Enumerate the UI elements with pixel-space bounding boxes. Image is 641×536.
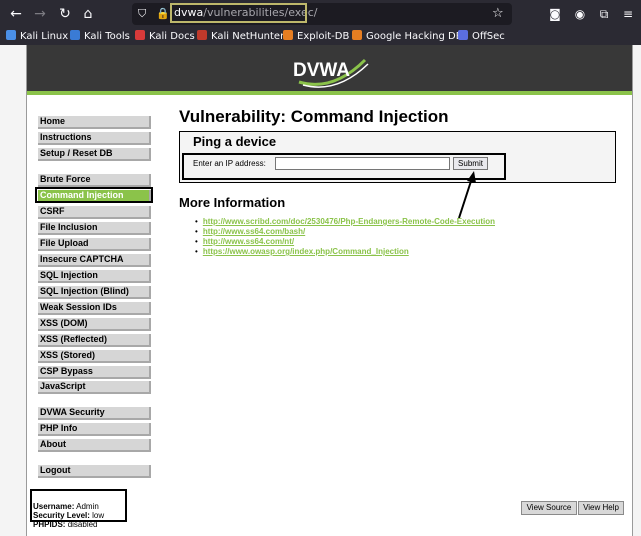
kali-icon [6,30,16,40]
menu-file-inclusion[interactable]: File Inclusion [38,222,151,235]
bookmark-exploit-db[interactable]: Exploit-DB [283,28,349,45]
dvwa-logo: DVWA [293,58,369,88]
menu-weak-session-ids[interactable]: Weak Session IDs [38,302,151,315]
bookmarks-bar: Kali Linux Kali Tools Kali Docs Kali Net… [0,28,641,45]
menu-dvwa-security[interactable]: DVWA Security [38,407,151,420]
kali-docs-icon [135,30,145,40]
bookmark-label: Exploit-DB [297,31,350,42]
link-ss64-nt[interactable]: http://www.ss64.com/nt/ [203,237,294,246]
ghdb-icon [352,30,362,40]
exploit-db-icon [283,30,293,40]
arrow-annotation [458,171,476,219]
bookmark-label: Google Hacking DB [366,31,463,42]
shield-icon[interactable]: ⛉ [138,3,146,25]
menu-xss-dom[interactable]: XSS (DOM) [38,318,151,331]
menu-about[interactable]: About [38,439,151,452]
menu-home[interactable]: Home [38,116,151,129]
url-highlight-annotation [170,3,307,23]
pocket-icon[interactable]: ◙ [546,4,564,24]
lock-icon[interactable]: 🔒 [156,3,170,25]
home-icon[interactable]: ⌂ [78,4,98,24]
list-item: http://www.scribd.com/doc/2530476/Php-En… [195,217,495,227]
user-info-annotation [30,489,127,522]
menu-sql-injection-blind[interactable]: SQL Injection (Blind) [38,286,151,299]
bookmark-kali-docs[interactable]: Kali Docs [135,28,195,45]
link-scribd[interactable]: http://www.scribd.com/doc/2530476/Php-En… [203,217,495,226]
bookmark-label: OffSec [472,31,505,42]
offsec-icon [458,30,468,40]
account-icon[interactable]: ◉ [571,4,589,24]
menu-xss-reflected[interactable]: XSS (Reflected) [38,334,151,347]
menu-javascript[interactable]: JavaScript [38,381,151,394]
menu-csp-bypass[interactable]: CSP Bypass [38,366,151,379]
view-help-button[interactable]: View Help [578,501,624,515]
bookmark-star-icon[interactable]: ☆ [492,4,508,24]
bookmark-label: Kali NetHunter [211,31,285,42]
menu-insecure-captcha[interactable]: Insecure CAPTCHA [38,254,151,267]
reload-icon[interactable]: ↻ [55,4,75,24]
menu-file-upload[interactable]: File Upload [38,238,151,251]
more-info-title: More Information [179,195,286,210]
menu-instructions[interactable]: Instructions [38,132,151,145]
view-source-button[interactable]: View Source [521,501,577,515]
bookmark-label: Kali Linux [20,31,69,42]
bookmark-label: Kali Docs [149,31,195,42]
browser-toolbar: ← → ↻ ⌂ ⛉ 🔒 dvwa/vulnerabilities/exec/ ☆… [0,0,641,28]
bookmark-google-hacking-db[interactable]: Google Hacking DB [352,28,463,45]
bookmark-label: Kali Tools [84,31,130,42]
menu-brute-force[interactable]: Brute Force [38,174,151,187]
bookmark-kali-tools[interactable]: Kali Tools [70,28,130,45]
bookmark-kali-linux[interactable]: Kali Linux [6,28,68,45]
list-item: https://www.owasp.org/index.php/Command_… [195,247,495,257]
menu-sql-injection[interactable]: SQL Injection [38,270,151,283]
bookmark-kali-nethunter[interactable]: Kali NetHunter [197,28,284,45]
kali-nethunter-icon [197,30,207,40]
forward-icon[interactable]: → [30,4,50,24]
ping-title: Ping a device [193,134,277,149]
extensions-icon[interactable]: ⧉ [595,4,613,24]
menu-logout[interactable]: Logout [38,465,151,478]
kali-tools-icon [70,30,80,40]
menu-csrf[interactable]: CSRF [38,206,151,219]
link-ss64-bash[interactable]: http://www.ss64.com/bash/ [203,227,305,236]
list-item: http://www.ss64.com/nt/ [195,237,495,247]
list-item: http://www.ss64.com/bash/ [195,227,495,237]
menu-php-info[interactable]: PHP Info [38,423,151,436]
more-info-links: http://www.scribd.com/doc/2530476/Php-En… [195,217,495,257]
menu-icon[interactable]: ≡ [619,4,637,24]
logo-text: DVWA [293,60,350,81]
active-item-annotation [35,187,153,203]
page-title: Vulnerability: Command Injection [179,107,449,126]
menu-setup-reset-db[interactable]: Setup / Reset DB [38,148,151,161]
bookmark-offsec[interactable]: OffSec [458,28,505,45]
link-owasp[interactable]: https://www.owasp.org/index.php/Command_… [203,247,409,256]
back-icon[interactable]: ← [6,4,26,24]
menu-xss-stored[interactable]: XSS (Stored) [38,350,151,363]
